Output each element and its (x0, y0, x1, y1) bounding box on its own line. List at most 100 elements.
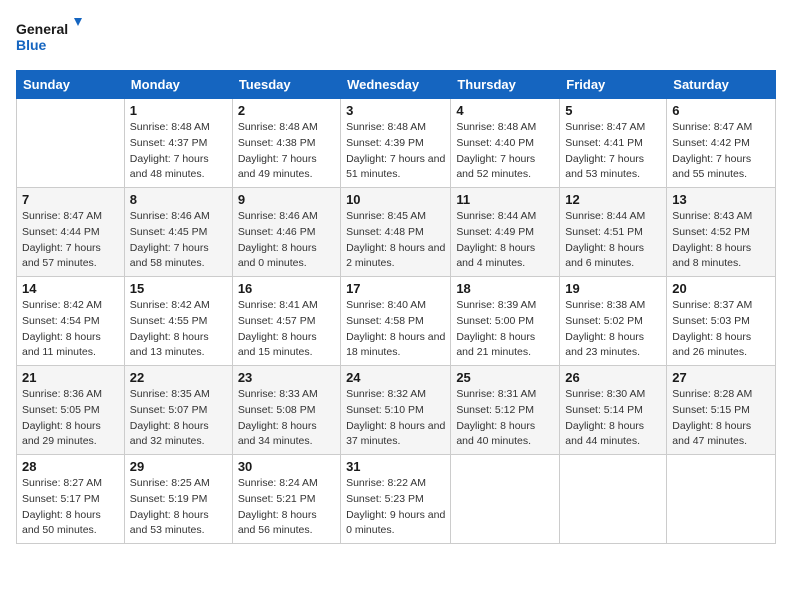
calendar-cell (560, 455, 667, 544)
calendar-cell: 28 Sunrise: 8:27 AMSunset: 5:17 PMDayligh… (17, 455, 125, 544)
day-number: 5 (565, 103, 661, 118)
day-number: 21 (22, 370, 119, 385)
calendar-cell: 23Sunrise: 8:33 AMSunset: 5:08 PMDayligh… (232, 366, 340, 455)
day-number: 4 (456, 103, 554, 118)
day-info: Sunrise: 8:24 AMSunset: 5:21 PMDaylight:… (238, 477, 318, 536)
calendar-week-3: 14 Sunrise: 8:42 AMSunset: 4:54 PMDayligh… (17, 277, 776, 366)
header-cell-saturday: Saturday (667, 71, 776, 99)
day-number: 8 (130, 192, 227, 207)
calendar-body: 1 Sunrise: 8:48 AMSunset: 4:37 PMDaylight… (17, 99, 776, 544)
day-info: Sunrise: 8:25 AMSunset: 5:19 PMDaylight:… (130, 477, 210, 536)
day-number: 6 (672, 103, 770, 118)
calendar-cell: 26 Sunrise: 8:30 AMSunset: 5:14 PMDayligh… (560, 366, 667, 455)
calendar-cell: 9 Sunrise: 8:46 AMSunset: 4:46 PMDaylight… (232, 188, 340, 277)
day-number: 17 (346, 281, 445, 296)
calendar-cell: 20 Sunrise: 8:37 AMSunset: 5:03 PMDayligh… (667, 277, 776, 366)
day-info: Sunrise: 8:28 AMSunset: 5:15 PMDaylight:… (672, 388, 752, 447)
day-number: 13 (672, 192, 770, 207)
calendar-week-1: 1 Sunrise: 8:48 AMSunset: 4:37 PMDaylight… (17, 99, 776, 188)
calendar-cell: 7 Sunrise: 8:47 AMSunset: 4:44 PMDaylight… (17, 188, 125, 277)
day-info: Sunrise: 8:42 AMSunset: 4:55 PMDaylight:… (130, 299, 210, 358)
day-number: 20 (672, 281, 770, 296)
day-info: Sunrise: 8:37 AMSunset: 5:03 PMDaylight:… (672, 299, 752, 358)
calendar-cell: 8 Sunrise: 8:46 AMSunset: 4:45 PMDaylight… (124, 188, 232, 277)
calendar-week-5: 28 Sunrise: 8:27 AMSunset: 5:17 PMDayligh… (17, 455, 776, 544)
calendar-cell: 29 Sunrise: 8:25 AMSunset: 5:19 PMDayligh… (124, 455, 232, 544)
day-number: 18 (456, 281, 554, 296)
calendar-cell: 10Sunrise: 8:45 AMSunset: 4:48 PMDayligh… (341, 188, 451, 277)
day-number: 1 (130, 103, 227, 118)
day-number: 3 (346, 103, 445, 118)
day-number: 29 (130, 459, 227, 474)
day-number: 2 (238, 103, 335, 118)
svg-text:Blue: Blue (16, 37, 47, 53)
day-info: Sunrise: 8:47 AMSunset: 4:41 PMDaylight:… (565, 121, 645, 180)
day-number: 16 (238, 281, 335, 296)
day-info: Sunrise: 8:38 AMSunset: 5:02 PMDaylight:… (565, 299, 645, 358)
svg-text:General: General (16, 21, 68, 37)
day-info: Sunrise: 8:46 AMSunset: 4:46 PMDaylight:… (238, 210, 318, 269)
day-info: Sunrise: 8:44 AMSunset: 4:51 PMDaylight:… (565, 210, 645, 269)
logo-svg: General Blue (16, 16, 86, 58)
header-cell-thursday: Thursday (451, 71, 560, 99)
calendar-cell: 15 Sunrise: 8:42 AMSunset: 4:55 PMDayligh… (124, 277, 232, 366)
calendar-cell: 13 Sunrise: 8:43 AMSunset: 4:52 PMDayligh… (667, 188, 776, 277)
calendar-cell: 30 Sunrise: 8:24 AMSunset: 5:21 PMDayligh… (232, 455, 340, 544)
day-number: 9 (238, 192, 335, 207)
calendar-header-row: SundayMondayTuesdayWednesdayThursdayFrid… (17, 71, 776, 99)
day-number: 19 (565, 281, 661, 296)
header-cell-wednesday: Wednesday (341, 71, 451, 99)
header-cell-tuesday: Tuesday (232, 71, 340, 99)
day-number: 25 (456, 370, 554, 385)
calendar-cell (17, 99, 125, 188)
day-info: Sunrise: 8:40 AMSunset: 4:58 PMDaylight:… (346, 299, 445, 358)
calendar-cell: 25 Sunrise: 8:31 AMSunset: 5:12 PMDayligh… (451, 366, 560, 455)
calendar-cell: 21Sunrise: 8:36 AMSunset: 5:05 PMDayligh… (17, 366, 125, 455)
calendar-cell: 24Sunrise: 8:32 AMSunset: 5:10 PMDayligh… (341, 366, 451, 455)
day-info: Sunrise: 8:43 AMSunset: 4:52 PMDaylight:… (672, 210, 752, 269)
day-info: Sunrise: 8:30 AMSunset: 5:14 PMDaylight:… (565, 388, 645, 447)
calendar-cell: 1 Sunrise: 8:48 AMSunset: 4:37 PMDaylight… (124, 99, 232, 188)
day-number: 28 (22, 459, 119, 474)
day-number: 15 (130, 281, 227, 296)
day-info: Sunrise: 8:31 AMSunset: 5:12 PMDaylight:… (456, 388, 536, 447)
day-info: Sunrise: 8:46 AMSunset: 4:45 PMDaylight:… (130, 210, 210, 269)
day-info: Sunrise: 8:35 AMSunset: 5:07 PMDaylight:… (130, 388, 210, 447)
day-number: 24 (346, 370, 445, 385)
calendar-cell (667, 455, 776, 544)
day-number: 26 (565, 370, 661, 385)
day-info: Sunrise: 8:48 AMSunset: 4:38 PMDaylight:… (238, 121, 318, 180)
day-info: Sunrise: 8:48 AMSunset: 4:39 PMDaylight:… (346, 121, 445, 180)
day-info: Sunrise: 8:48 AMSunset: 4:40 PMDaylight:… (456, 121, 536, 180)
header-cell-friday: Friday (560, 71, 667, 99)
calendar-cell (451, 455, 560, 544)
day-number: 12 (565, 192, 661, 207)
calendar-cell: 18Sunrise: 8:39 AMSunset: 5:00 PMDayligh… (451, 277, 560, 366)
header-cell-monday: Monday (124, 71, 232, 99)
day-info: Sunrise: 8:42 AMSunset: 4:54 PMDaylight:… (22, 299, 102, 358)
day-number: 10 (346, 192, 445, 207)
day-info: Sunrise: 8:47 AMSunset: 4:44 PMDaylight:… (22, 210, 102, 269)
calendar-cell: 6 Sunrise: 8:47 AMSunset: 4:42 PMDaylight… (667, 99, 776, 188)
header-cell-sunday: Sunday (17, 71, 125, 99)
calendar-cell: 2 Sunrise: 8:48 AMSunset: 4:38 PMDaylight… (232, 99, 340, 188)
calendar-cell: 17 Sunrise: 8:40 AMSunset: 4:58 PMDayligh… (341, 277, 451, 366)
calendar-cell: 19 Sunrise: 8:38 AMSunset: 5:02 PMDayligh… (560, 277, 667, 366)
day-number: 31 (346, 459, 445, 474)
calendar-cell: 11Sunrise: 8:44 AMSunset: 4:49 PMDayligh… (451, 188, 560, 277)
calendar-cell: 5 Sunrise: 8:47 AMSunset: 4:41 PMDaylight… (560, 99, 667, 188)
day-info: Sunrise: 8:27 AMSunset: 5:17 PMDaylight:… (22, 477, 102, 536)
day-info: Sunrise: 8:22 AMSunset: 5:23 PMDaylight:… (346, 477, 445, 536)
day-info: Sunrise: 8:47 AMSunset: 4:42 PMDaylight:… (672, 121, 752, 180)
day-info: Sunrise: 8:41 AMSunset: 4:57 PMDaylight:… (238, 299, 318, 358)
day-info: Sunrise: 8:48 AMSunset: 4:37 PMDaylight:… (130, 121, 210, 180)
day-number: 14 (22, 281, 119, 296)
day-number: 30 (238, 459, 335, 474)
day-info: Sunrise: 8:44 AMSunset: 4:49 PMDaylight:… (456, 210, 536, 269)
calendar-cell: 27Sunrise: 8:28 AMSunset: 5:15 PMDayligh… (667, 366, 776, 455)
day-number: 7 (22, 192, 119, 207)
logo: General Blue (16, 16, 86, 58)
calendar-cell: 4 Sunrise: 8:48 AMSunset: 4:40 PMDaylight… (451, 99, 560, 188)
day-number: 23 (238, 370, 335, 385)
calendar-cell: 3 Sunrise: 8:48 AMSunset: 4:39 PMDaylight… (341, 99, 451, 188)
